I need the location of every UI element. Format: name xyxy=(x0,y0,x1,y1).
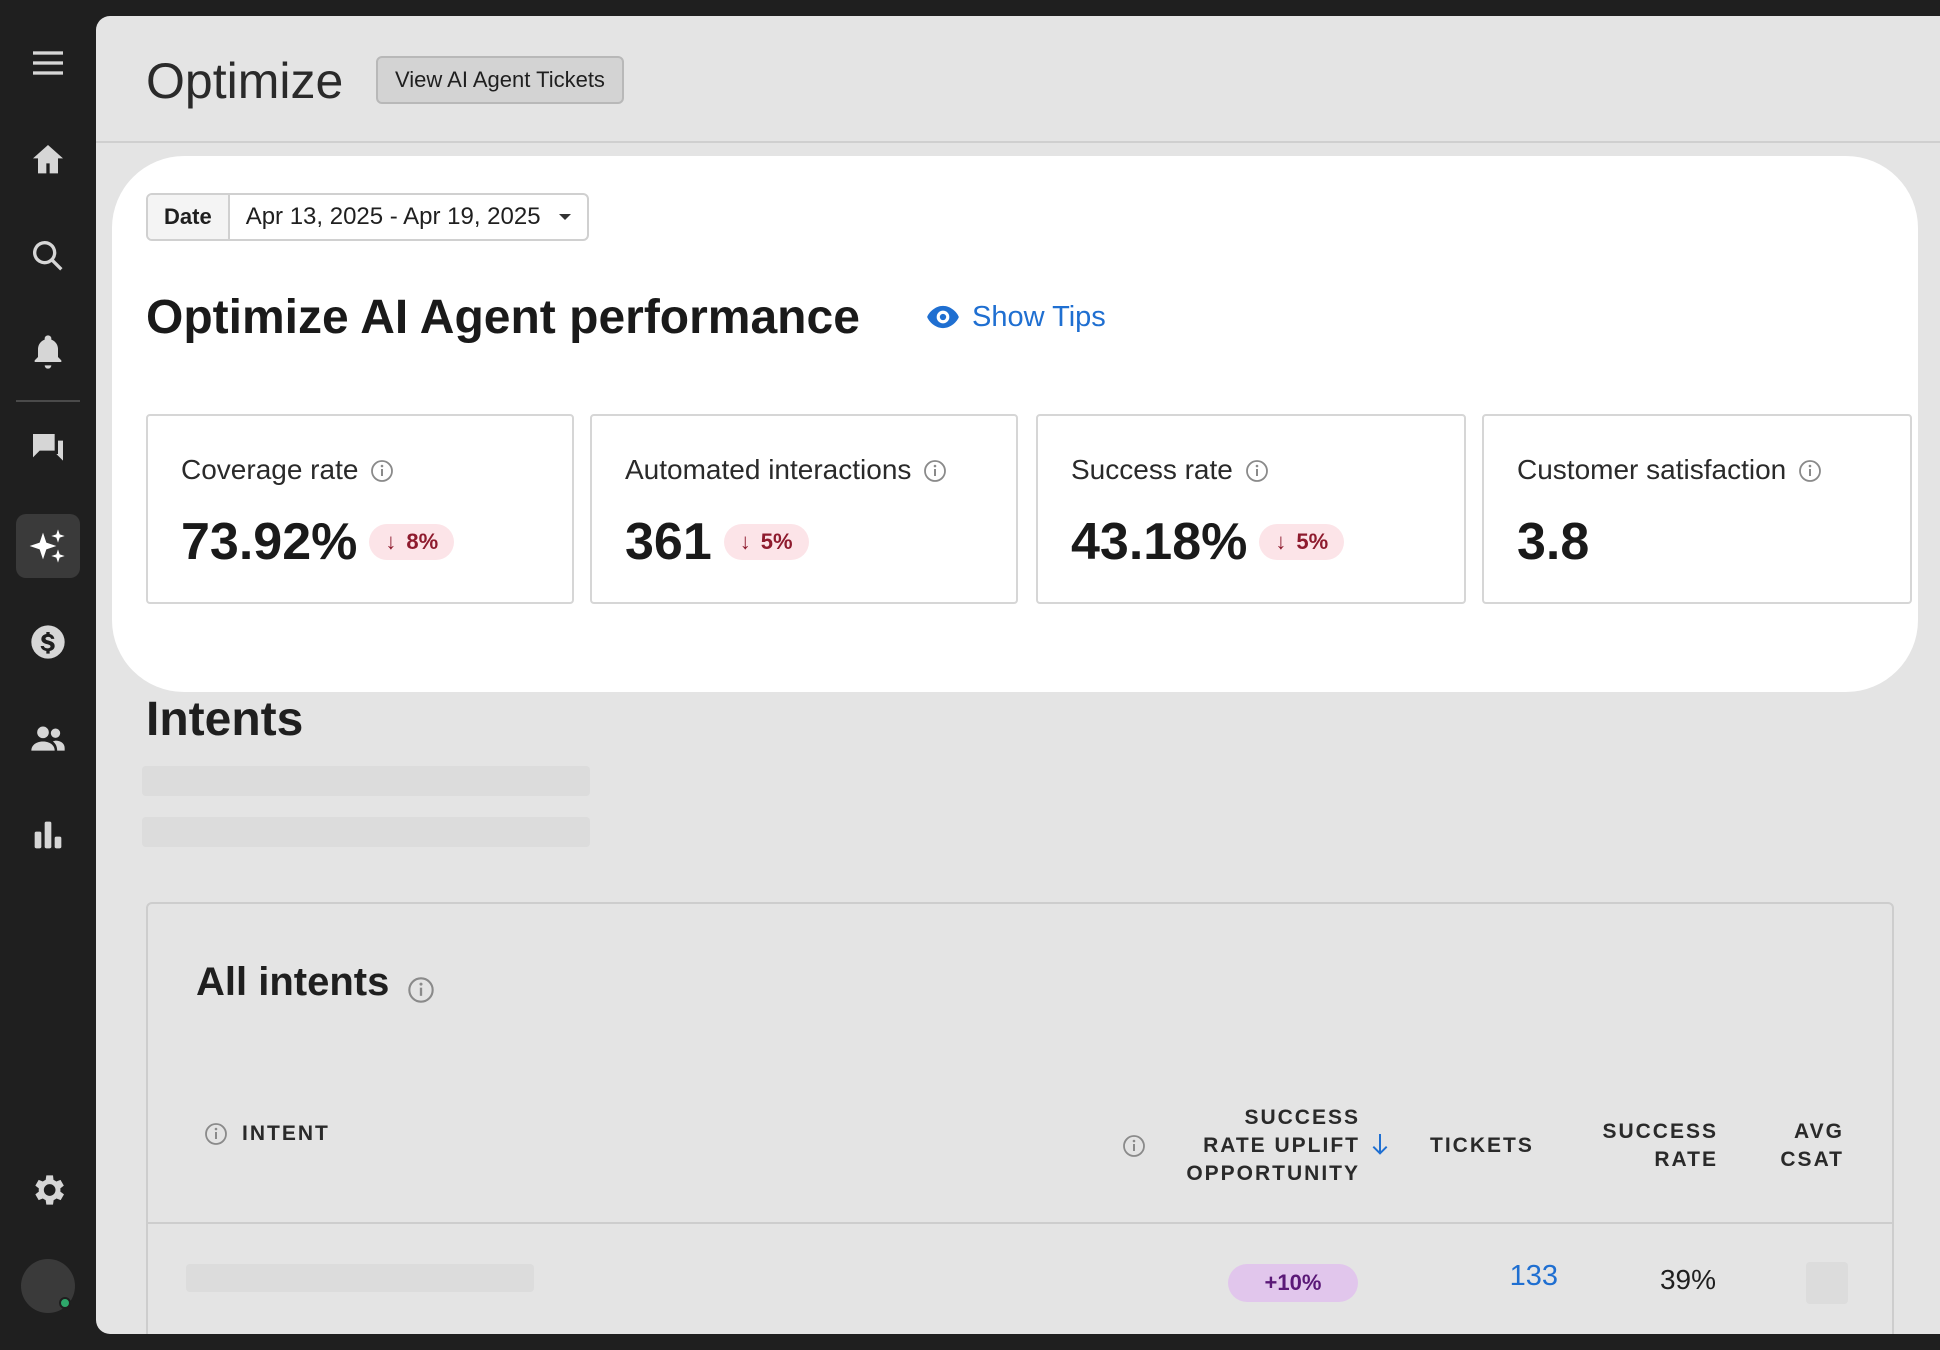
all-intents-title-row: All intents xyxy=(196,960,435,1005)
delta-value: 8% xyxy=(406,529,439,554)
column-header-label: SUCCESS xyxy=(1244,1106,1360,1129)
performance-card: Date Apr 13, 2025 - Apr 19, 2025 Optimiz… xyxy=(112,156,1918,692)
performance-heading: Optimize AI Agent performance xyxy=(146,291,860,344)
metric-label: Coverage rate xyxy=(181,454,359,485)
column-header-label: SUCCESS xyxy=(1602,1120,1718,1143)
column-header-tickets[interactable]: TICKETS xyxy=(1430,1132,1534,1160)
date-range-select[interactable]: Apr 13, 2025 - Apr 19, 2025 xyxy=(230,195,587,239)
delta-value: 5% xyxy=(1296,529,1329,554)
info-icon[interactable] xyxy=(1245,458,1269,482)
delta-value: 5% xyxy=(760,529,793,554)
metric-value: 3.8 xyxy=(1517,513,1590,571)
column-header-label: RATE UPLIFT xyxy=(1203,1134,1360,1157)
tickets-count-link[interactable]: 133 xyxy=(1478,1260,1558,1293)
page-header: Optimize View AI Agent Tickets xyxy=(96,16,1940,143)
loading-skeleton xyxy=(142,766,590,796)
column-header-intent[interactable]: INTENT xyxy=(204,1120,330,1148)
metric-label-row: Automated interactions xyxy=(625,454,947,486)
search-icon[interactable] xyxy=(16,224,80,288)
bell-icon[interactable] xyxy=(16,320,80,384)
delta-badge: ↓ 5% xyxy=(723,524,809,560)
date-range-value: Apr 13, 2025 - Apr 19, 2025 xyxy=(245,203,541,230)
caret-down-icon xyxy=(558,214,571,220)
column-header-label: AVG xyxy=(1794,1120,1844,1143)
metric-value-row: 361 ↓ 5% xyxy=(625,512,809,572)
metric-value-row: 3.8 xyxy=(1517,512,1589,572)
page-title: Optimize xyxy=(146,53,344,109)
gear-icon[interactable] xyxy=(16,1158,80,1222)
column-header-label: INTENT xyxy=(242,1122,330,1145)
metric-value: 73.92% xyxy=(181,513,358,571)
uplift-badge: +10% xyxy=(1228,1264,1358,1302)
loading-skeleton xyxy=(142,817,590,847)
menu-icon[interactable] xyxy=(16,31,80,95)
intents-heading: Intents xyxy=(146,693,304,746)
metric-value-row: 43.18% ↓ 5% xyxy=(1071,512,1345,572)
metric-value: 361 xyxy=(625,513,712,571)
delta-badge: ↓ 8% xyxy=(369,524,455,560)
date-filter[interactable]: Date Apr 13, 2025 - Apr 19, 2025 xyxy=(146,193,589,241)
info-icon[interactable] xyxy=(204,1122,228,1146)
eye-icon xyxy=(927,305,959,329)
bar-chart-icon[interactable] xyxy=(16,803,80,867)
left-nav-rail xyxy=(0,0,96,1350)
info-icon[interactable] xyxy=(923,458,947,482)
metric-label: Customer satisfaction xyxy=(1517,454,1787,485)
metric-value: 43.18% xyxy=(1071,513,1248,571)
metric-label-row: Success rate xyxy=(1071,454,1269,486)
metric-value-row: 73.92% ↓ 8% xyxy=(181,512,455,572)
info-icon[interactable] xyxy=(1798,458,1822,482)
arrow-down-icon: ↓ xyxy=(385,529,397,554)
intent-name-skeleton xyxy=(186,1264,534,1292)
column-header-avg-csat[interactable]: AVG CSAT xyxy=(1748,1118,1844,1174)
show-tips-label: Show Tips xyxy=(972,300,1106,333)
all-intents-title: All intents xyxy=(196,960,390,1004)
date-filter-label: Date xyxy=(148,195,230,239)
info-icon[interactable] xyxy=(407,969,435,1003)
column-header-label: RATE xyxy=(1654,1148,1718,1171)
metric-card-automated-interactions: Automated interactions 361 ↓ 5% xyxy=(590,414,1018,604)
online-status-dot xyxy=(59,1297,71,1309)
arrow-down-icon: ↓ xyxy=(1275,529,1287,554)
table-header-divider xyxy=(148,1222,1892,1224)
metric-label-row: Customer satisfaction xyxy=(1517,454,1822,486)
metric-label-row: Coverage rate xyxy=(181,454,394,486)
sparkle-icon[interactable] xyxy=(16,514,80,578)
dollar-icon[interactable] xyxy=(16,610,80,674)
home-icon[interactable] xyxy=(16,128,80,192)
rail-divider xyxy=(16,400,80,402)
column-header-label: OPPORTUNITY xyxy=(1186,1162,1360,1185)
delta-badge: ↓ 5% xyxy=(1259,524,1345,560)
info-icon[interactable] xyxy=(370,458,394,482)
success-rate-value: 39% xyxy=(1659,1264,1716,1295)
metric-card-success-rate: Success rate 43.18% ↓ 5% xyxy=(1036,414,1466,604)
metric-card-customer-satisfaction: Customer satisfaction 3.8 xyxy=(1482,414,1912,604)
show-tips-link[interactable]: Show Tips xyxy=(924,298,1106,336)
csat-skeleton xyxy=(1806,1262,1848,1304)
users-icon[interactable] xyxy=(16,707,80,771)
column-header-label: CSAT xyxy=(1780,1148,1844,1171)
metric-card-coverage-rate: Coverage rate 73.92% ↓ 8% xyxy=(146,414,574,604)
main-panel: Optimize View AI Agent Tickets Date Apr … xyxy=(96,16,1940,1334)
info-icon[interactable] xyxy=(1122,1134,1146,1158)
column-header-success-rate-uplift[interactable]: SUCCESS RATE UPLIFT OPPORTUNITY xyxy=(1150,1104,1360,1188)
arrow-down-icon: ↓ xyxy=(739,529,751,554)
column-header-success-rate[interactable]: SUCCESS RATE xyxy=(1568,1118,1718,1174)
chat-icon[interactable] xyxy=(16,417,80,481)
metric-label: Success rate xyxy=(1071,454,1233,485)
metric-label: Automated interactions xyxy=(625,454,912,485)
view-ai-agent-tickets-button[interactable]: View AI Agent Tickets xyxy=(376,56,624,104)
sort-descending-icon[interactable] xyxy=(1370,1132,1390,1158)
all-intents-table: All intents INTENT SUCCESS RATE UPLIFT O… xyxy=(146,902,1894,1334)
